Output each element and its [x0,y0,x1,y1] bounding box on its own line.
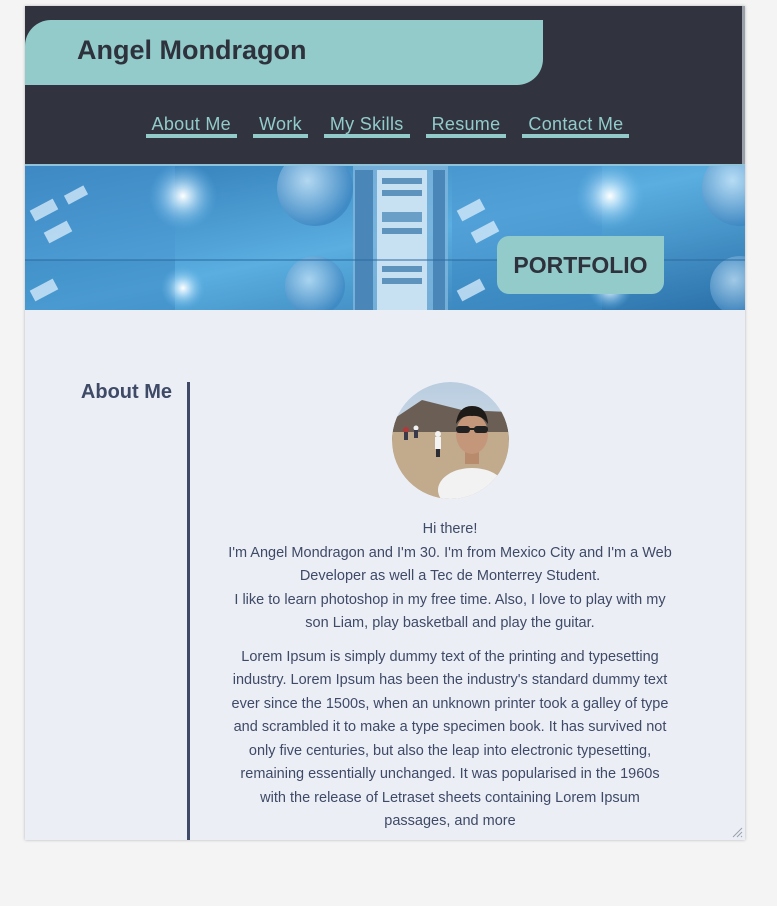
main-nav: About Me Work My Skills Resume Contact M… [25,114,742,138]
greeting-text: Hi there! [422,521,478,537]
hero-banner-image: PORTFOLIO [25,164,745,310]
resize-grip-icon[interactable] [731,826,743,838]
hobbies-text: I like to learn photoshop in my free tim… [234,591,666,632]
nav-my-skills[interactable]: My Skills [323,114,410,138]
page-frame: Angel Mondragon About Me Work My Skills … [25,6,745,840]
title-tab: Angel Mondragon [25,20,543,85]
nav-about-me[interactable]: About Me [145,114,237,138]
nav-contact-me[interactable]: Contact Me [522,114,630,138]
lorem-paragraph: Lorem Ipsum is simply dummy text of the … [231,648,669,830]
nav-work[interactable]: Work [253,114,308,138]
vertical-divider [187,382,190,840]
intro-text: I'm Angel Mondragon and I'm 30. I'm from… [228,544,672,585]
about-section: About Me Hi there! I'm Angel Mondragon a… [25,310,745,840]
about-content: Hi there! I'm Angel Mondragon and I'm 30… [227,382,673,840]
site-header: Angel Mondragon About Me Work My Skills … [25,6,745,164]
section-heading: About Me [80,381,172,403]
nav-resume[interactable]: Resume [425,114,507,138]
portfolio-badge: PORTFOLIO [497,236,664,294]
profile-photo [391,382,509,499]
site-title: Angel Mondragon [77,35,307,65]
